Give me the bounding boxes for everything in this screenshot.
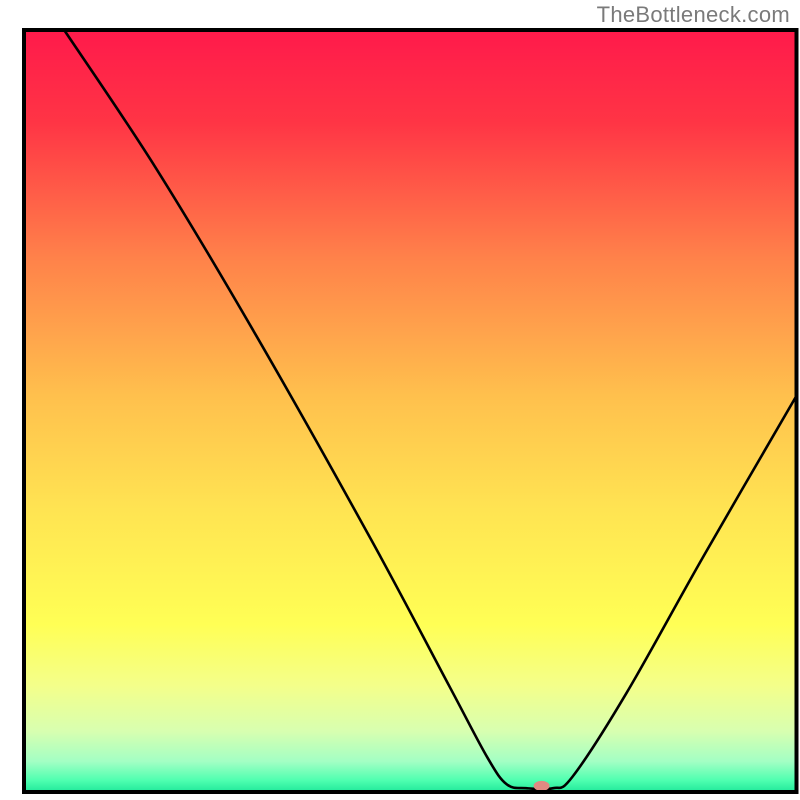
plot-area [24,30,797,792]
watermark-text: TheBottleneck.com [597,2,790,28]
optimal-marker [534,781,550,791]
bottleneck-chart [0,0,800,800]
